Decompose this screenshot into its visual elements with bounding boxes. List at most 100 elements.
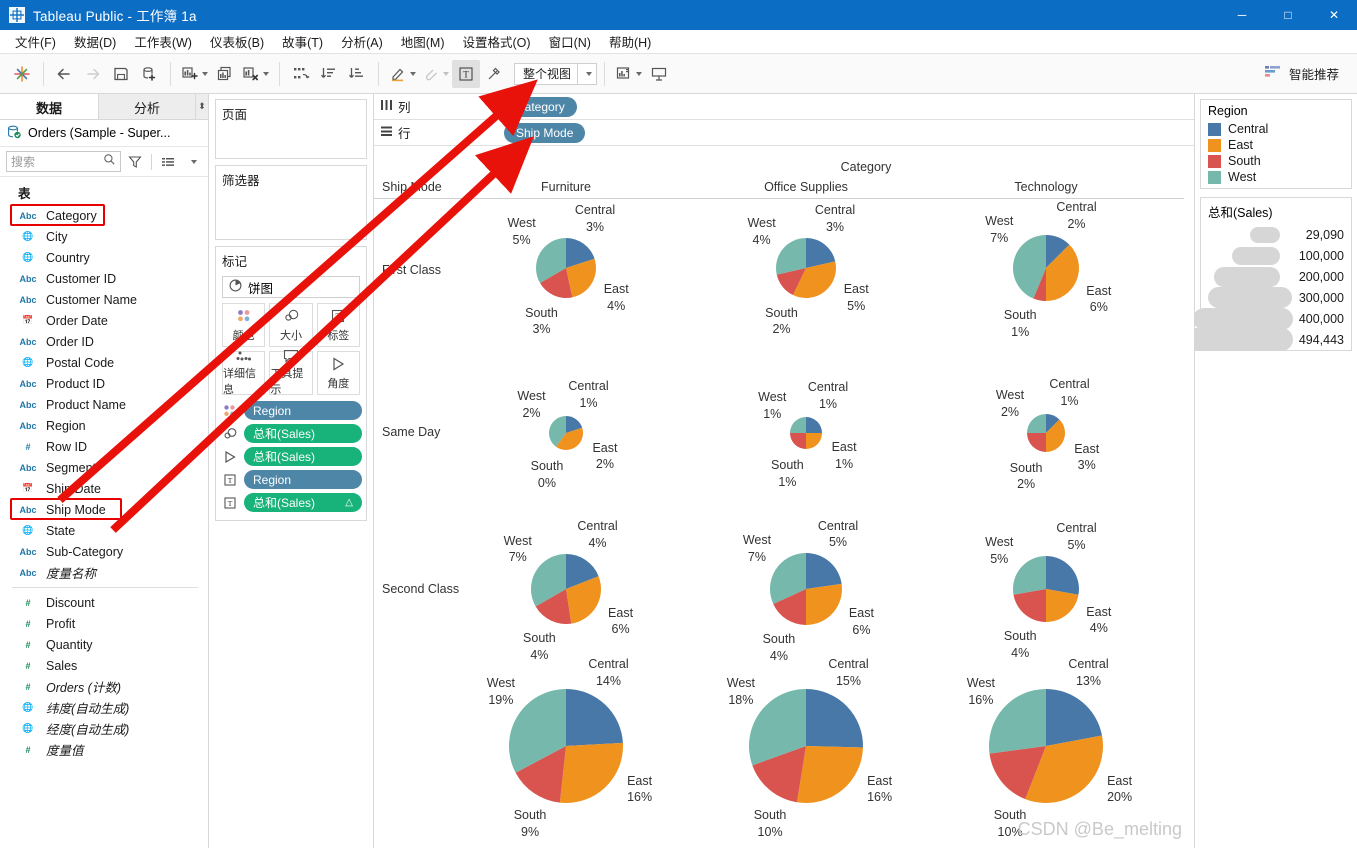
pie-slice-central[interactable]: [806, 417, 822, 433]
shelf-pill-category[interactable]: Category: [504, 96, 577, 117]
tab-data[interactable]: 数据: [0, 94, 98, 119]
pie-chart[interactable]: Central 1% East 1% South 1% West 1%: [696, 355, 916, 511]
pill-row-angle-sales[interactable]: 总和(Sales): [220, 447, 362, 466]
field-ship-mode[interactable]: Abc Ship Mode: [0, 498, 208, 520]
legend-item-south[interactable]: South: [1201, 153, 1351, 169]
field-category[interactable]: Abc Category: [0, 204, 208, 226]
row-header-second-class[interactable]: Second Class: [382, 582, 459, 596]
field-product-id[interactable]: Abc Product ID: [0, 373, 208, 394]
pie-slice-south[interactable]: [1013, 589, 1047, 622]
marks-color-button[interactable]: 颜色: [222, 303, 266, 347]
menu-worksheet[interactable]: 工作表(W): [125, 29, 201, 54]
chevron-down-icon[interactable]: [202, 71, 208, 76]
field-latitude[interactable]: 🌐 纬度(自动生成): [0, 697, 208, 718]
field-measure-names[interactable]: Abc 度量名称: [0, 562, 208, 583]
show-cards-icon[interactable]: [612, 60, 645, 88]
save-icon[interactable]: [107, 60, 135, 88]
fix-axes-icon[interactable]: [480, 60, 508, 88]
field-sub-category[interactable]: Abc Sub-Category: [0, 541, 208, 562]
fit-select[interactable]: 整个视图: [514, 62, 598, 85]
chevron-down-icon-3[interactable]: [410, 71, 416, 76]
marks-type-select[interactable]: 饼图: [222, 276, 360, 298]
marks-tooltip-button[interactable]: 工具提示: [269, 349, 313, 396]
marks-angle-button[interactable]: 角度: [316, 351, 360, 395]
field-quantity[interactable]: # Quantity: [0, 634, 208, 655]
view-mode-dropdown-icon[interactable]: [182, 151, 202, 172]
columns-shelf[interactable]: 列 Category: [374, 94, 1194, 120]
pie-chart[interactable]: Central 3% East 4% South 3% West 5%: [456, 190, 676, 346]
menu-format[interactable]: 设置格式(O): [454, 29, 540, 54]
minimize-button[interactable]: ─: [1219, 0, 1265, 30]
pie-chart[interactable]: Central 1% East 3% South 2% West 2%: [936, 355, 1156, 511]
pie-chart[interactable]: Central 5% East 6% South 4% West 7%: [696, 511, 916, 667]
sort-descending-icon[interactable]: [343, 60, 371, 88]
field-customer-id[interactable]: Abc Customer ID: [0, 268, 208, 289]
fit-dropdown-arrow[interactable]: [577, 63, 593, 84]
maximize-button[interactable]: □: [1265, 0, 1311, 30]
size-legend-row[interactable]: 400,000: [1192, 307, 1351, 330]
size-legend-row[interactable]: 494,443: [1176, 328, 1351, 351]
filter-icon[interactable]: [125, 151, 145, 172]
presentation-mode-icon[interactable]: [645, 60, 673, 88]
duplicate-sheet-icon[interactable]: [211, 60, 239, 88]
new-data-source-icon[interactable]: [135, 60, 163, 88]
menu-file[interactable]: 文件(F): [6, 29, 65, 54]
rows-shelf[interactable]: 行 Ship Mode: [374, 120, 1194, 146]
menu-window[interactable]: 窗口(N): [540, 29, 600, 54]
pie-chart[interactable]: Central 5% East 4% South 4% West 5%: [936, 511, 1156, 667]
pie-slice-central[interactable]: [566, 689, 623, 746]
tableau-home-icon[interactable]: [8, 60, 36, 88]
field-customer-name[interactable]: Abc Customer Name: [0, 289, 208, 310]
menu-map[interactable]: 地图(M): [392, 29, 454, 54]
field-profit[interactable]: # Profit: [0, 613, 208, 634]
pie-chart[interactable]: Central 13% East 20% South 10% West 16%: [936, 657, 1156, 839]
pie-chart[interactable]: Central 15% East 16% South 10% West 18%: [696, 657, 916, 839]
close-button[interactable]: ✕: [1311, 0, 1357, 30]
pie-slice-central[interactable]: [806, 689, 864, 748]
show-labels-icon[interactable]: T: [452, 59, 480, 88]
pie-slice-south[interactable]: [1027, 433, 1046, 452]
clear-sheet-icon[interactable]: [239, 60, 272, 88]
chart-canvas[interactable]: Category Ship Mode Furniture Office Supp…: [374, 146, 1194, 848]
field-orders-count[interactable]: # Orders (计数): [0, 676, 208, 697]
redo-arrow-icon[interactable]: [79, 60, 107, 88]
marks-size-button[interactable]: 大小: [269, 303, 313, 347]
pill-label[interactable]: 总和(Sales): [244, 424, 362, 443]
pill-row-size-sales[interactable]: 总和(Sales): [220, 424, 362, 443]
field-measure-values[interactable]: # 度量值: [0, 739, 208, 760]
tab-analytics[interactable]: 分析: [98, 94, 196, 119]
pill-label[interactable]: Region: [244, 401, 362, 420]
data-pane-collapse-icon[interactable]: ⬍: [196, 94, 208, 119]
pill-row-label-region[interactable]: T Region: [220, 470, 362, 489]
field-product-name[interactable]: Abc Product Name: [0, 394, 208, 415]
search-box[interactable]: [6, 151, 121, 172]
field-country[interactable]: 🌐 Country: [0, 247, 208, 268]
field-ship-date[interactable]: 📅 Ship Date: [0, 478, 208, 499]
group-icon[interactable]: [419, 60, 452, 88]
view-mode-icon[interactable]: [158, 151, 178, 172]
pie-chart[interactable]: Central 2% East 6% South 1% West 7%: [936, 190, 1156, 346]
shelf-pill-ship-mode[interactable]: Ship Mode: [504, 122, 586, 143]
row-header-same-day[interactable]: Same Day: [382, 425, 440, 439]
new-worksheet-icon[interactable]: [178, 60, 211, 88]
pie-slice-central[interactable]: [806, 553, 842, 589]
marks-detail-button[interactable]: 详细信息: [222, 351, 266, 396]
field-row-id[interactable]: # Row ID: [0, 436, 208, 457]
field-order-date[interactable]: 📅 Order Date: [0, 310, 208, 331]
field-discount[interactable]: # Discount: [0, 592, 208, 613]
sort-ascending-icon[interactable]: [315, 60, 343, 88]
chevron-down-icon-5[interactable]: [636, 71, 643, 76]
field-order-id[interactable]: Abc Order ID: [0, 331, 208, 352]
pie-chart[interactable]: Central 3% East 5% South 2% West 4%: [696, 190, 916, 346]
field-sales[interactable]: # Sales: [0, 655, 208, 676]
pill-row-label-sales[interactable]: T 总和(Sales) △: [220, 493, 362, 512]
field-city[interactable]: 🌐 City: [0, 226, 208, 247]
marks-label-button[interactable]: T 标签: [316, 303, 360, 347]
menu-analysis[interactable]: 分析(A): [332, 29, 392, 54]
size-legend-row[interactable]: 300,000: [1201, 287, 1351, 308]
legend-item-east[interactable]: East: [1201, 137, 1351, 153]
size-legend-row[interactable]: 29,090: [1201, 224, 1351, 245]
pill-row-color-region[interactable]: Region: [220, 401, 362, 420]
menu-story[interactable]: 故事(T): [273, 29, 332, 54]
pie-slice-south[interactable]: [790, 433, 806, 449]
